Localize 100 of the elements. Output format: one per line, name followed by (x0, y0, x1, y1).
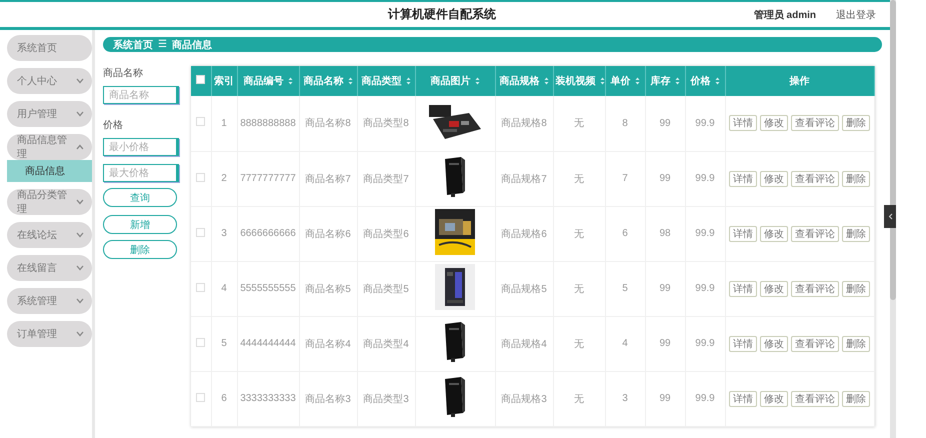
details-button[interactable]: 详情 (729, 336, 757, 352)
edit-button[interactable]: 修改 (760, 170, 788, 186)
column-header[interactable]: 价格 (685, 66, 725, 96)
name-field[interactable]: 商品名称 (103, 86, 179, 104)
details-button[interactable]: 详情 (729, 390, 757, 406)
app-title: 计算机硬件自配系统 (386, 6, 497, 23)
sort-icon[interactable] (674, 77, 680, 86)
column-header[interactable]: 商品类型 (357, 66, 415, 96)
table-cell: 3 (211, 206, 237, 261)
table-cell: 商品规格6 (495, 206, 553, 261)
sidebar-item[interactable]: 用户管理 (7, 101, 92, 127)
sidebar-item[interactable]: 订单管理 (7, 321, 92, 347)
scrollbar[interactable] (890, 0, 896, 438)
table-cell: 4 (605, 316, 645, 371)
sort-icon[interactable] (406, 77, 410, 86)
sidebar-item[interactable]: 在线留言 (7, 255, 92, 281)
delete-button[interactable]: 删除 (842, 336, 870, 352)
table-cell: 3333333333 (237, 371, 299, 426)
delete-button[interactable]: 删除 (842, 115, 870, 132)
logout-link[interactable]: 退出登录 (836, 8, 876, 22)
column-header[interactable]: 装机视频 (553, 66, 605, 96)
table-cell: 99 (645, 96, 685, 151)
row-checkbox[interactable] (196, 392, 206, 402)
details-button[interactable]: 详情 (729, 170, 757, 186)
table-cell: 商品类型3 (357, 371, 415, 426)
table-cell: 6666666666 (237, 206, 299, 261)
select-all-checkbox[interactable] (196, 75, 206, 84)
table-cell: 4 (211, 261, 237, 316)
sidebar-label: 在线论坛 (17, 228, 57, 242)
collapse-tab[interactable] (884, 205, 896, 228)
edit-button[interactable]: 修改 (760, 336, 788, 352)
edit-button[interactable]: 修改 (760, 226, 788, 242)
column-header[interactable]: 商品编号 (237, 66, 299, 96)
reviews-button[interactable]: 查看评论 (791, 115, 839, 132)
column-header[interactable]: 商品图片 (415, 66, 495, 96)
sidebar-label: 在线留言 (17, 262, 57, 275)
table-cell: 8888888888 (237, 96, 299, 151)
table-cell: 无 (553, 151, 605, 206)
reviews-button[interactable]: 查看评论 (791, 336, 839, 352)
edit-button[interactable]: 修改 (760, 280, 788, 296)
reviews-button[interactable]: 查看评论 (791, 170, 839, 186)
column-header[interactable]: 商品规格 (495, 66, 553, 96)
search-button[interactable]: 查询 (103, 188, 177, 207)
table-cell: 4444444444 (237, 316, 299, 371)
table-cell: 99.9 (685, 96, 725, 151)
table-cell: 商品名称7 (299, 151, 357, 206)
details-button[interactable]: 详情 (729, 226, 757, 242)
sort-icon[interactable] (634, 77, 640, 86)
delete-button[interactable]: 删除 (842, 170, 870, 186)
table-cell: 商品规格7 (495, 151, 553, 206)
reviews-button[interactable]: 查看评论 (791, 390, 839, 406)
table-cell: 商品类型7 (357, 151, 415, 206)
max-price-field[interactable]: 最大价格 (103, 164, 179, 182)
table-cell: 98 (645, 206, 685, 261)
row-checkbox[interactable] (196, 338, 206, 346)
table-cell: 3 (605, 371, 645, 426)
sidebar-item[interactable]: 商品信息管理 (7, 134, 92, 160)
table-cell: 无 (553, 261, 605, 316)
min-price-field[interactable]: 最小价格 (103, 138, 179, 156)
row-checkbox[interactable] (196, 117, 206, 126)
row-checkbox[interactable] (196, 172, 206, 182)
column-header[interactable]: 商品名称 (299, 66, 357, 96)
sidebar-item[interactable]: 在线论坛 (7, 222, 92, 248)
sidebar-label: 订单管理 (17, 328, 57, 341)
delete-button[interactable]: 删除 (103, 240, 177, 259)
details-button[interactable]: 详情 (729, 280, 757, 296)
row-checkbox[interactable] (196, 228, 206, 236)
breadcrumb-current: 商品信息 (172, 38, 212, 52)
sort-icon[interactable] (714, 77, 720, 86)
sidebar-item[interactable]: 商品分类管理 (7, 189, 92, 215)
sidebar-label: 商品分类管理 (17, 188, 68, 216)
edit-button[interactable]: 修改 (760, 390, 788, 406)
reviews-button[interactable]: 查看评论 (791, 226, 839, 242)
add-button[interactable]: 新增 (103, 215, 177, 234)
table-cell: 6 (605, 206, 645, 261)
column-header[interactable]: 库存 (645, 66, 685, 96)
sort-icon[interactable] (348, 77, 352, 86)
sidebar-label: 系统管理 (17, 294, 57, 308)
table-cell: 商品名称4 (299, 316, 357, 371)
delete-button[interactable]: 删除 (842, 280, 870, 296)
table-cell: 99.9 (685, 371, 725, 426)
table-cell: 99.9 (685, 206, 725, 261)
sidebar-item[interactable]: 个人中心 (7, 68, 92, 94)
sort-icon[interactable] (474, 77, 480, 86)
table-cell: 5 (605, 261, 645, 316)
delete-button[interactable]: 删除 (842, 390, 870, 406)
breadcrumb-link[interactable]: 系统首页 (113, 38, 153, 52)
table-cell: 商品规格4 (495, 316, 553, 371)
sidebar-item[interactable]: 系统管理 (7, 288, 92, 314)
delete-button[interactable]: 删除 (842, 226, 870, 242)
reviews-button[interactable]: 查看评论 (791, 280, 839, 296)
details-button[interactable]: 详情 (729, 115, 757, 132)
sort-icon[interactable] (288, 77, 292, 86)
sidebar-item[interactable]: 系统首页 (7, 35, 92, 61)
column-header[interactable]: 单价 (605, 66, 645, 96)
table-cell: 8 (605, 96, 645, 151)
sidebar-subitem[interactable]: 商品信息 (7, 160, 92, 182)
row-checkbox[interactable] (196, 282, 206, 292)
edit-button[interactable]: 修改 (760, 115, 788, 132)
sort-icon[interactable] (544, 77, 548, 86)
